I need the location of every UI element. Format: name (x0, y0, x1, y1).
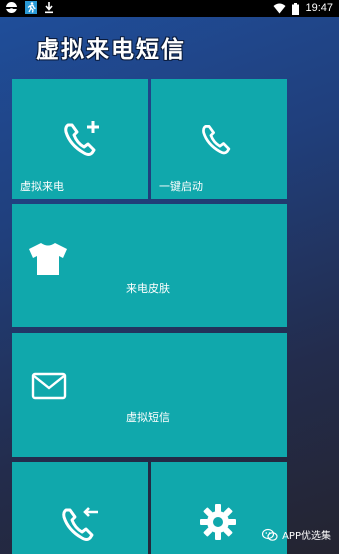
status-left-icons (5, 1, 54, 14)
watermark-text: APP优选集 (282, 531, 331, 542)
status-right-icons: 19:47 (273, 1, 333, 16)
tshirt-icon (29, 243, 67, 275)
battery-icon (292, 2, 300, 15)
phone-icon (202, 125, 231, 155)
call-skin-label: 来电皮肤 (126, 282, 170, 295)
fake-sms-label: 虚拟短信 (126, 411, 170, 424)
status-bar: 19:47 (0, 0, 339, 17)
call-skin-tile[interactable]: 来电皮肤 (12, 204, 287, 327)
wechat-icon (262, 528, 278, 541)
phone-incoming-icon (62, 507, 98, 541)
fake-call-label: 虚拟来电 (20, 180, 64, 193)
fake-sms-tile[interactable]: 虚拟短信 (12, 333, 287, 457)
wifi-icon (273, 3, 286, 14)
call-log-tile[interactable] (12, 462, 148, 554)
fake-call-tile[interactable]: 虚拟来电 (12, 79, 148, 199)
app-title: 虚拟来电短信 (36, 37, 186, 63)
gear-icon (200, 504, 236, 540)
one-key-start-tile[interactable]: 一键启动 (151, 79, 287, 199)
watermark: APP优选集 (262, 527, 331, 542)
one-key-start-label: 一键启动 (159, 180, 203, 193)
phone-add-icon (64, 121, 99, 156)
running-man-icon (25, 1, 37, 14)
app-circle-icon (6, 2, 17, 13)
download-icon (45, 2, 53, 14)
envelope-icon (31, 372, 67, 400)
status-time: 19:47 (305, 2, 333, 14)
